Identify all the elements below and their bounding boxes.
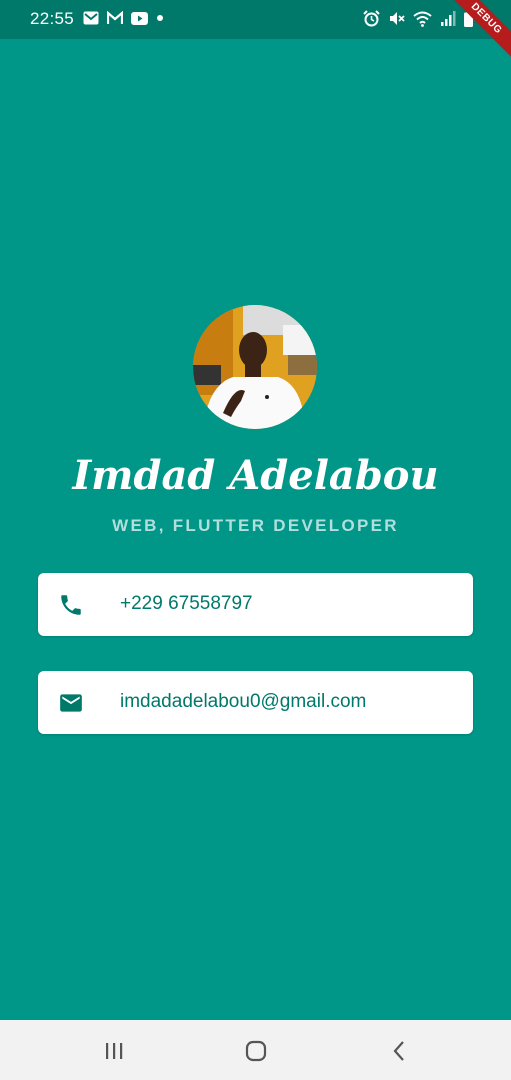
status-system-icons bbox=[363, 10, 473, 27]
wifi-icon bbox=[413, 11, 432, 27]
youtube-icon bbox=[131, 11, 148, 25]
email-icon bbox=[60, 694, 82, 712]
phone-icon bbox=[61, 595, 81, 615]
status-time: 22:55 bbox=[30, 9, 75, 28]
phone-number: +229 67558797 bbox=[120, 593, 253, 614]
email-address: imdadadelabou0@gmail.com bbox=[120, 691, 367, 712]
profile-title: WEB, FLUTTER DEVELOPER bbox=[112, 516, 399, 535]
navigation-bar bbox=[0, 1020, 511, 1080]
recents-icon[interactable] bbox=[101, 1038, 127, 1064]
status-notification-icons bbox=[83, 11, 164, 25]
alarm-icon bbox=[363, 10, 380, 27]
gmail-icon bbox=[107, 11, 123, 24]
status-bar: 22:55 bbox=[0, 0, 511, 39]
profile-name: Imdad Adelabou bbox=[72, 452, 439, 499]
signal-icon bbox=[441, 11, 456, 26]
phone-card[interactable]: +229 67558797 bbox=[38, 573, 473, 636]
mail-icon bbox=[83, 11, 99, 25]
home-icon[interactable] bbox=[243, 1038, 269, 1064]
dot-icon bbox=[157, 15, 163, 21]
avatar bbox=[193, 305, 317, 429]
email-card[interactable]: imdadadelabou0@gmail.com bbox=[38, 671, 473, 734]
back-icon[interactable] bbox=[387, 1038, 413, 1064]
mute-icon bbox=[390, 12, 405, 25]
